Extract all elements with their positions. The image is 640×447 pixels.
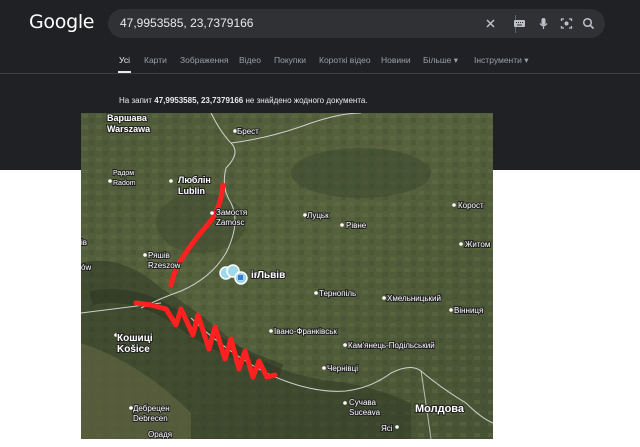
tab-images[interactable]: Зображення (180, 55, 229, 65)
map-label: Чернівці (327, 364, 358, 373)
tab-news[interactable]: Новини (381, 55, 411, 65)
map-label: Дебрецен (133, 404, 170, 413)
map-label: Люблін (178, 175, 211, 185)
google-logo[interactable]: Google (29, 11, 95, 33)
tab-more[interactable]: Більше ▾ (423, 55, 458, 66)
map-label: Suceava (349, 408, 381, 417)
map-label: Ряшів (148, 251, 170, 260)
map-label: Замостя (216, 208, 247, 217)
map-label: Брест (237, 127, 259, 136)
map-label: Радом (113, 170, 134, 177)
map-label: Debrecen (133, 414, 168, 423)
map-label: Radom (113, 180, 136, 187)
map-label: Молдова (415, 403, 465, 415)
search-box[interactable]: 47,9953585, 23,7379166 (108, 9, 605, 38)
map-label: Івано-Франківськ (274, 327, 337, 336)
tab-videos[interactable]: Відео (239, 55, 261, 65)
map-label: Warszawa (107, 124, 151, 134)
map-label: Кошиці (117, 333, 153, 344)
map-label: Сучава (349, 398, 377, 407)
map-label: Košice (117, 344, 150, 355)
map-label: Lublin (178, 186, 205, 196)
map-label-lviv: Львів (257, 270, 285, 281)
lens-icon[interactable] (559, 16, 574, 31)
map-label: ów (81, 263, 91, 272)
no-results-notice: На запит 47,9953585, 23,7379166 не знайд… (119, 96, 368, 105)
mic-icon[interactable] (536, 16, 551, 31)
map-label: Ясі (381, 424, 393, 433)
tab-short-videos[interactable]: Короткі відео (319, 55, 371, 65)
tabs-divider (0, 73, 640, 74)
tab-shopping[interactable]: Покупки (274, 55, 306, 65)
tab-all[interactable]: Усі (119, 55, 130, 65)
search-icon[interactable] (581, 16, 596, 31)
tab-tools[interactable]: Інструменти ▾ (474, 55, 529, 66)
map-label: ів (81, 238, 87, 247)
map-label: Рівне (346, 221, 367, 230)
map-label: Zamosc (216, 218, 244, 227)
keyboard-icon[interactable] (512, 16, 527, 31)
map-label: Вінниця (454, 306, 483, 315)
close-icon[interactable] (483, 16, 498, 31)
map-label: Варшава (107, 113, 148, 123)
search-input[interactable]: 47,9953585, 23,7379166 (120, 16, 253, 30)
map-label: Житом (465, 240, 490, 249)
map-label: Корост (458, 201, 484, 210)
map-label: Rzeszow (148, 261, 181, 270)
map-label: Хмельницький (387, 294, 441, 303)
map-label: Луцьк (307, 211, 329, 220)
map-label: Тернопіль (319, 289, 356, 298)
satellite-map-image: Варшава Warszawa Брест Радом Radom Люблі… (81, 113, 493, 439)
map-label: Кам'янець-Подільський (348, 341, 435, 350)
search-tabs: Усі Карти Зображення Відео Покупки Корот… (0, 50, 640, 72)
map-label: Орадя (148, 430, 172, 439)
tab-maps[interactable]: Карти (144, 55, 167, 65)
